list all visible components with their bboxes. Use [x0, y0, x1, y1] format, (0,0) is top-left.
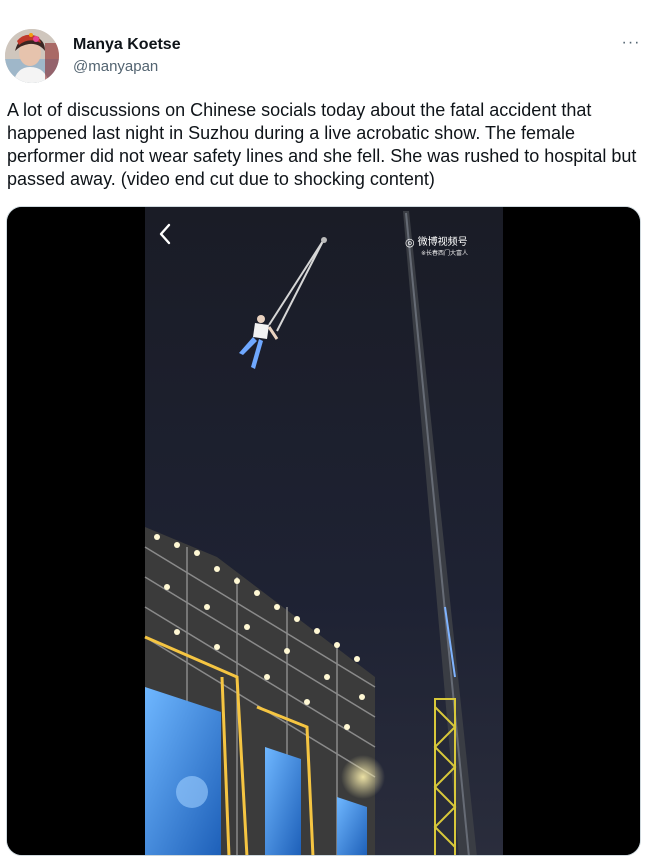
avatar[interactable] [5, 29, 59, 83]
tweet-text: A lot of discussions on Chinese socials … [7, 100, 637, 189]
more-options-icon[interactable]: ··· [614, 30, 648, 56]
author-block: Manya Koetse @manyapan [73, 35, 181, 76]
back-chevron-icon[interactable] [151, 219, 181, 249]
weibo-logo-icon: ◎ [405, 236, 415, 249]
video-player[interactable]: ◎ 微博视频号 ※长春西门大富人 [6, 206, 641, 856]
video-frame [7, 207, 640, 855]
watermark-sub-text: ※长春西门大富人 [421, 250, 469, 257]
video-watermark: ◎ 微博视频号 ※长春西门大富人 [405, 237, 468, 258]
tweet-card: Manya Koetse @manyapan ··· A lot of disc… [0, 0, 672, 856]
watermark-main-text: 微博视频号 [417, 237, 468, 248]
author-handle[interactable]: @manyapan [73, 57, 181, 76]
author-display-name[interactable]: Manya Koetse [73, 35, 181, 54]
